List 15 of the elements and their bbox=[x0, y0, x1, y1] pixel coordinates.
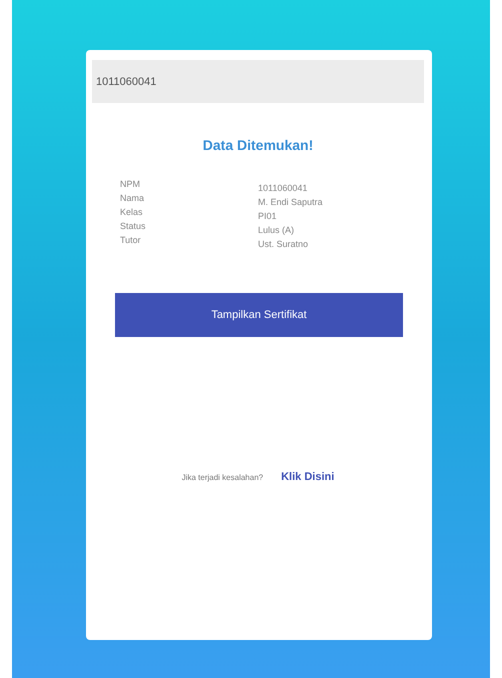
show-certificate-button[interactable]: Tampilkan Sertifikat bbox=[115, 293, 403, 337]
detail-label: NPM bbox=[120, 179, 141, 189]
detail-label: Status bbox=[120, 221, 147, 231]
help-text: Jika terjadi kesalahan? bbox=[182, 472, 264, 482]
result-title: Data Ditemukan! bbox=[202, 137, 314, 153]
detail-value: Ust. Suratno bbox=[258, 239, 310, 249]
detail-value: PI01 bbox=[258, 211, 278, 221]
detail-value: Lulus (A) bbox=[258, 225, 296, 235]
click-here-link[interactable]: Klik Disini bbox=[281, 471, 334, 483]
detail-value: M. Endi Saputra bbox=[258, 197, 324, 207]
detail-label: Tutor bbox=[120, 235, 142, 245]
search-field[interactable]: 1011060041 bbox=[92, 60, 424, 103]
detail-label: Kelas bbox=[120, 207, 144, 217]
detail-label: Nama bbox=[120, 193, 146, 203]
detail-value: 1011060041 bbox=[258, 183, 308, 193]
